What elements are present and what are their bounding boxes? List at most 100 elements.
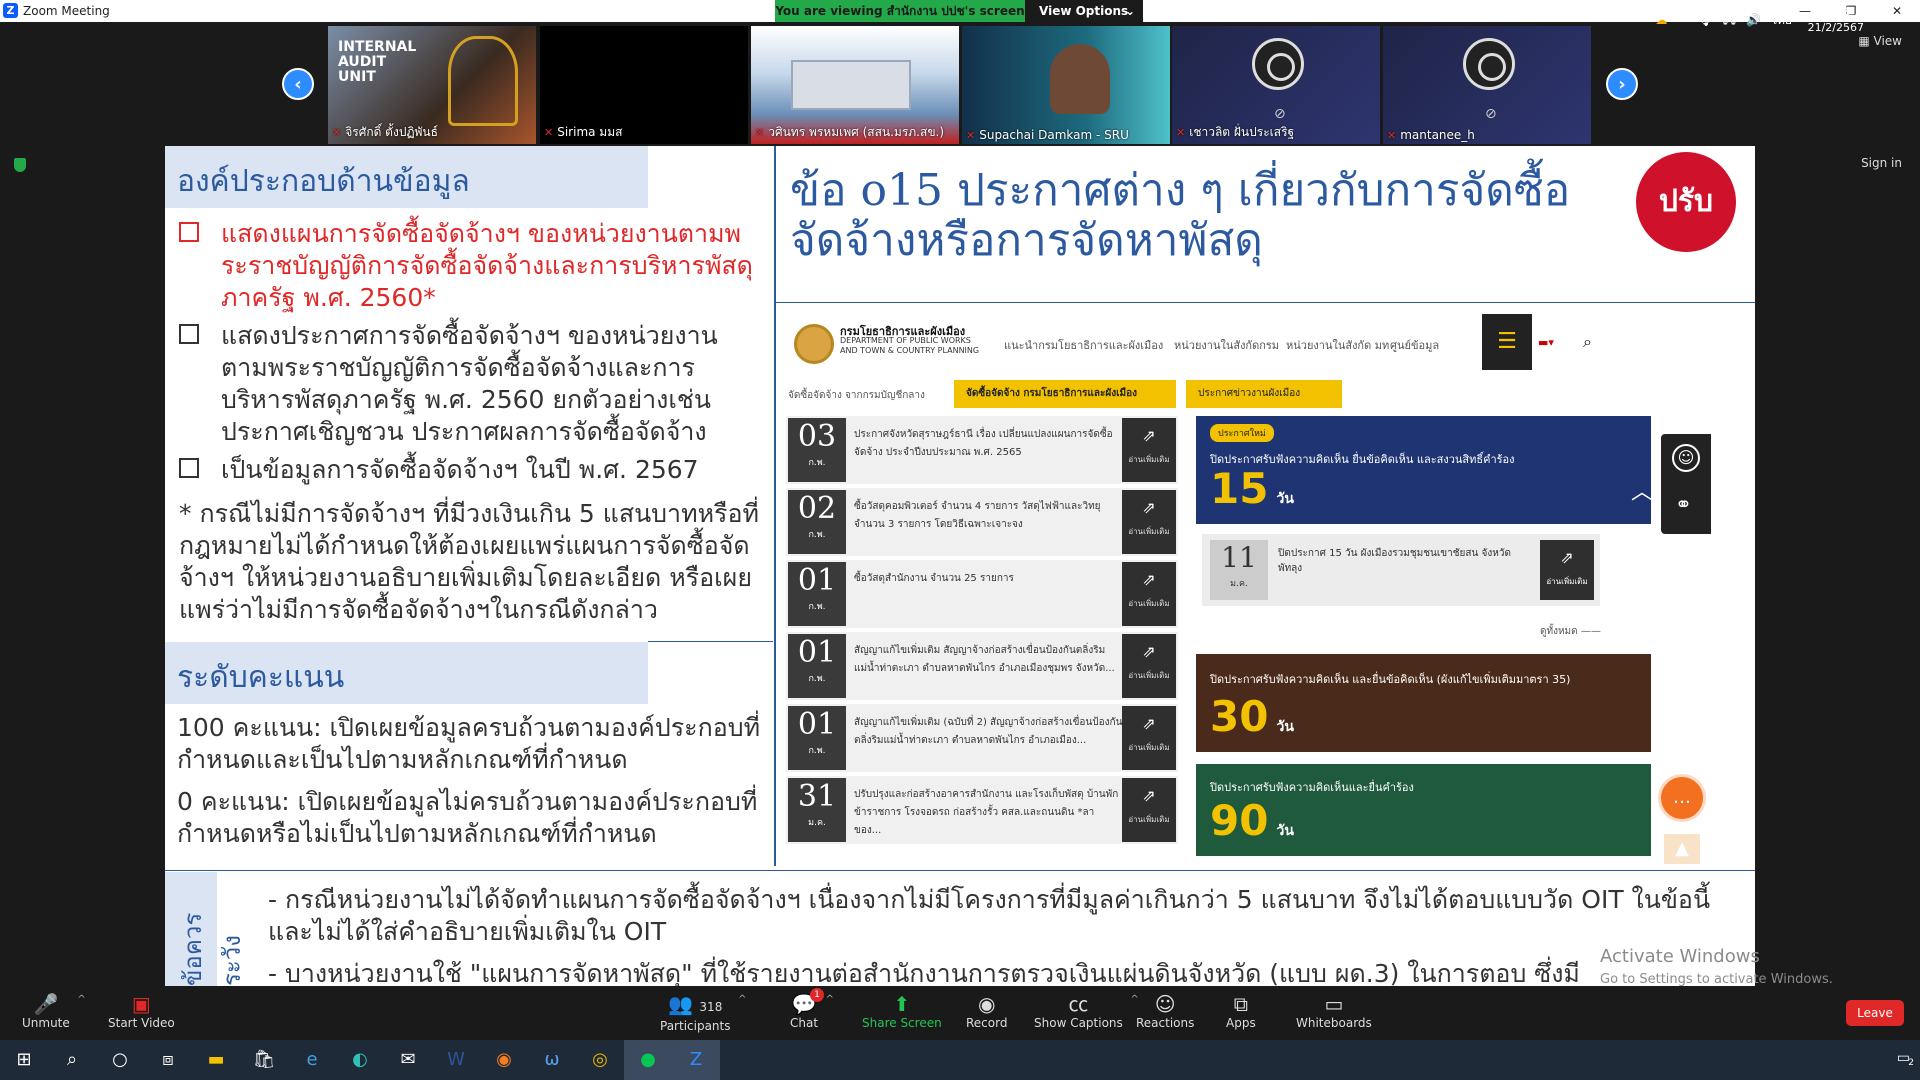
participants-icon: 👥 318: [668, 992, 723, 1016]
days-count: 15 วัน: [1210, 464, 1294, 513]
news-item: 01 ก.พ. สัญญาแก้ไขเพิ่มเติม (ฉบับที่ 2) ส…: [786, 704, 1178, 772]
news-text: สัญญาแก้ไขเพิ่มเติม สัญญาจ้างก่อสร้างเขื…: [854, 645, 1115, 674]
search-icon: ⌕: [66, 1049, 78, 1070]
start-video-button[interactable]: ▣ Start Video: [108, 992, 175, 1030]
caret-up-icon[interactable]: ^: [77, 994, 85, 1005]
days-unit: วัน: [1276, 719, 1294, 735]
chrome-icon: ◎: [592, 1049, 608, 1070]
participant-name: เชาวลิต ฝั่นประเสริฐ: [1189, 125, 1295, 139]
read-more-label: อ่านเพิ่มเติม: [1128, 527, 1170, 536]
show-captions-button[interactable]: ㏄ Show Captions ^: [1034, 992, 1139, 1030]
participants-label: Participants: [660, 1019, 731, 1033]
participant-tile[interactable]: ✕ วศินทร พรหมเพศ (สสน.มรภ.สข.): [751, 26, 959, 144]
participant-tile[interactable]: ✕ Sirima มมส: [540, 26, 748, 144]
store-button[interactable]: 🛍: [240, 1040, 288, 1080]
microphone-icon[interactable]: 🎙: [1697, 13, 1712, 27]
firefox-button[interactable]: ◉: [480, 1040, 528, 1080]
reactions-label: Reactions: [1136, 1016, 1195, 1030]
mail-button[interactable]: ✉: [384, 1040, 432, 1080]
org-name-en: DEPARTMENT OF PUBLIC WORKS AND TOWN & CO…: [840, 336, 980, 355]
title-bar: Z Zoom Meeting You are viewing สำนักงาน …: [0, 0, 1920, 22]
muted-mic-icon: ✕: [1387, 129, 1397, 142]
apps-button[interactable]: ⧉ Apps: [1226, 992, 1256, 1030]
sign-in-link[interactable]: Sign in: [1861, 156, 1902, 170]
window-title: Zoom Meeting: [23, 4, 110, 18]
read-more-label: อ่านเพิ่มเติม: [1128, 815, 1170, 824]
component-header: องค์ประกอบด้านข้อมูล: [165, 146, 648, 208]
building-image: [791, 60, 911, 110]
chevron-up-icon: ︿: [1631, 480, 1654, 505]
chevron-up-icon[interactable]: ^: [1677, 13, 1687, 27]
volume-icon[interactable]: 🔊: [1746, 13, 1761, 27]
start-button[interactable]: ⊞: [0, 1040, 48, 1080]
reactions-button[interactable]: ☺ Reactions: [1136, 992, 1194, 1030]
participant-tile[interactable]: INTERNAL AUDIT UNIT ✕ จิรศักดิ์ ตั้งปฏิพั…: [328, 26, 536, 144]
video-off-icon: ▣: [131, 992, 151, 1016]
divider: [648, 641, 773, 642]
days-value: 15: [1210, 464, 1269, 513]
weather-icon[interactable]: ☁: [1655, 13, 1667, 27]
news-date: 01 ก.พ.: [788, 634, 846, 698]
news-item: 01 ก.พ. ซื้อวัสดุสำนักงาน จำนวน 25 รายการ…: [786, 560, 1178, 628]
participant-tile[interactable]: ⊘ ✕ mantanee_h: [1383, 26, 1591, 144]
apps-label: Apps: [1226, 1016, 1256, 1030]
word-button[interactable]: W: [432, 1040, 480, 1080]
read-more-label: อ่านเพิ่มเติม: [1128, 455, 1170, 464]
leave-button[interactable]: Leave: [1846, 1000, 1904, 1026]
line-button[interactable]: ●: [624, 1040, 672, 1080]
mail-icon: ✉: [400, 1049, 416, 1070]
news-month: ก.พ.: [808, 674, 826, 684]
caret-up-icon[interactable]: ^: [826, 994, 834, 1005]
clock[interactable]: 14:19 21/2/2567: [1808, 4, 1864, 36]
external-link-icon: ⇗ อ่านเพิ่มเติม: [1122, 706, 1176, 770]
gallery-prev-button[interactable]: ‹: [282, 68, 314, 100]
network-icon[interactable]: 🖧: [1723, 10, 1736, 31]
checklist-text: แสดงแผนการจัดซื้อจัดจ้างฯ ของหน่วยงานตาม…: [221, 219, 753, 312]
hamburger-menu-icon: ☰: [1482, 314, 1532, 370]
close-button[interactable]: ✕: [1874, 0, 1920, 22]
caret-up-icon[interactable]: ^: [738, 994, 746, 1005]
tile-slide-text: INTERNAL AUDIT UNIT: [338, 39, 417, 85]
score-100: 100 คะแนน: เปิดเผยข้อมูลครบถ้วนตามองค์ปร…: [177, 713, 761, 774]
news-month: ก.พ.: [808, 746, 826, 756]
participants-button[interactable]: 👥 318 Participants ^: [660, 992, 747, 1033]
news-date: 02 ก.พ.: [788, 490, 846, 554]
chrome-button[interactable]: ◎: [576, 1040, 624, 1080]
share-screen-button[interactable]: ⬆ Share Screen: [862, 992, 942, 1030]
file-explorer-button[interactable]: ▬: [192, 1040, 240, 1080]
task-view-button[interactable]: ⧈: [144, 1040, 192, 1080]
gallery-next-button[interactable]: ›: [1606, 68, 1638, 100]
cortana-button[interactable]: ○: [96, 1040, 144, 1080]
news-text: ปรับปรุงและก่อสร้างอาคารสำนักงาน และโรงเ…: [854, 789, 1119, 836]
whiteboards-label: Whiteboards: [1296, 1016, 1372, 1030]
ie-button[interactable]: e: [288, 1040, 336, 1080]
time: 14:19: [1819, 5, 1852, 18]
scroll-top-icon: ▲: [1664, 834, 1700, 864]
participant-tile[interactable]: ⊘ ✕ เชาวลิต ฝั่นประเสริฐ: [1172, 26, 1380, 144]
search-icon: ⌕: [1583, 332, 1592, 351]
notification-icon[interactable]: ▭ 2: [1897, 1050, 1914, 1068]
read-more-label: อ่านเพิ่มเติม: [1128, 599, 1170, 608]
muted-mic-icon: ✕: [544, 126, 554, 139]
whiteboards-button[interactable]: ▭ Whiteboards: [1296, 992, 1372, 1030]
chat-button[interactable]: 💬 1 Chat ^: [790, 988, 834, 1030]
web-tab-active: จัดซื้อจัดจ้าง กรมโยธาธิการและผังเมือง: [954, 380, 1176, 408]
checklist-text: เป็นข้อมูลการจัดซื้อจัดจ้างฯ ในปี พ.ศ. 2…: [221, 455, 699, 484]
zoom-taskbar-button[interactable]: Z: [672, 1040, 720, 1080]
record-icon: ◉: [978, 992, 996, 1016]
meeting-toolbar: [0, 986, 1920, 1040]
record-button[interactable]: ◉ Record: [966, 992, 1007, 1030]
unmute-button[interactable]: 🎤 Unmute ^: [22, 992, 86, 1030]
participant-name: mantanee_h: [1400, 128, 1475, 142]
language-indicator[interactable]: ไทย: [1771, 11, 1792, 30]
search-button[interactable]: ⌕: [48, 1040, 96, 1080]
participant-tile[interactable]: ✕ Supachai Damkam - SRU: [962, 26, 1170, 144]
view-options-button[interactable]: View Options ⌄: [1025, 0, 1143, 22]
checklist-item: แสดงประกาศการจัดซื้อจัดจ้างฯ ของหน่วยงาน…: [179, 320, 764, 448]
app-button[interactable]: ω: [528, 1040, 576, 1080]
news-date: 01 ก.พ.: [788, 706, 846, 770]
internet-explorer-icon: e: [306, 1049, 318, 1070]
news-item: 31 ม.ค. ปรับปรุงและก่อสร้างอาคารสำนักงาน …: [786, 776, 1178, 844]
news-item: 01 ก.พ. สัญญาแก้ไขเพิ่มเติม สัญญาจ้างก่อส…: [786, 632, 1178, 700]
edge-button[interactable]: ◐: [336, 1040, 384, 1080]
